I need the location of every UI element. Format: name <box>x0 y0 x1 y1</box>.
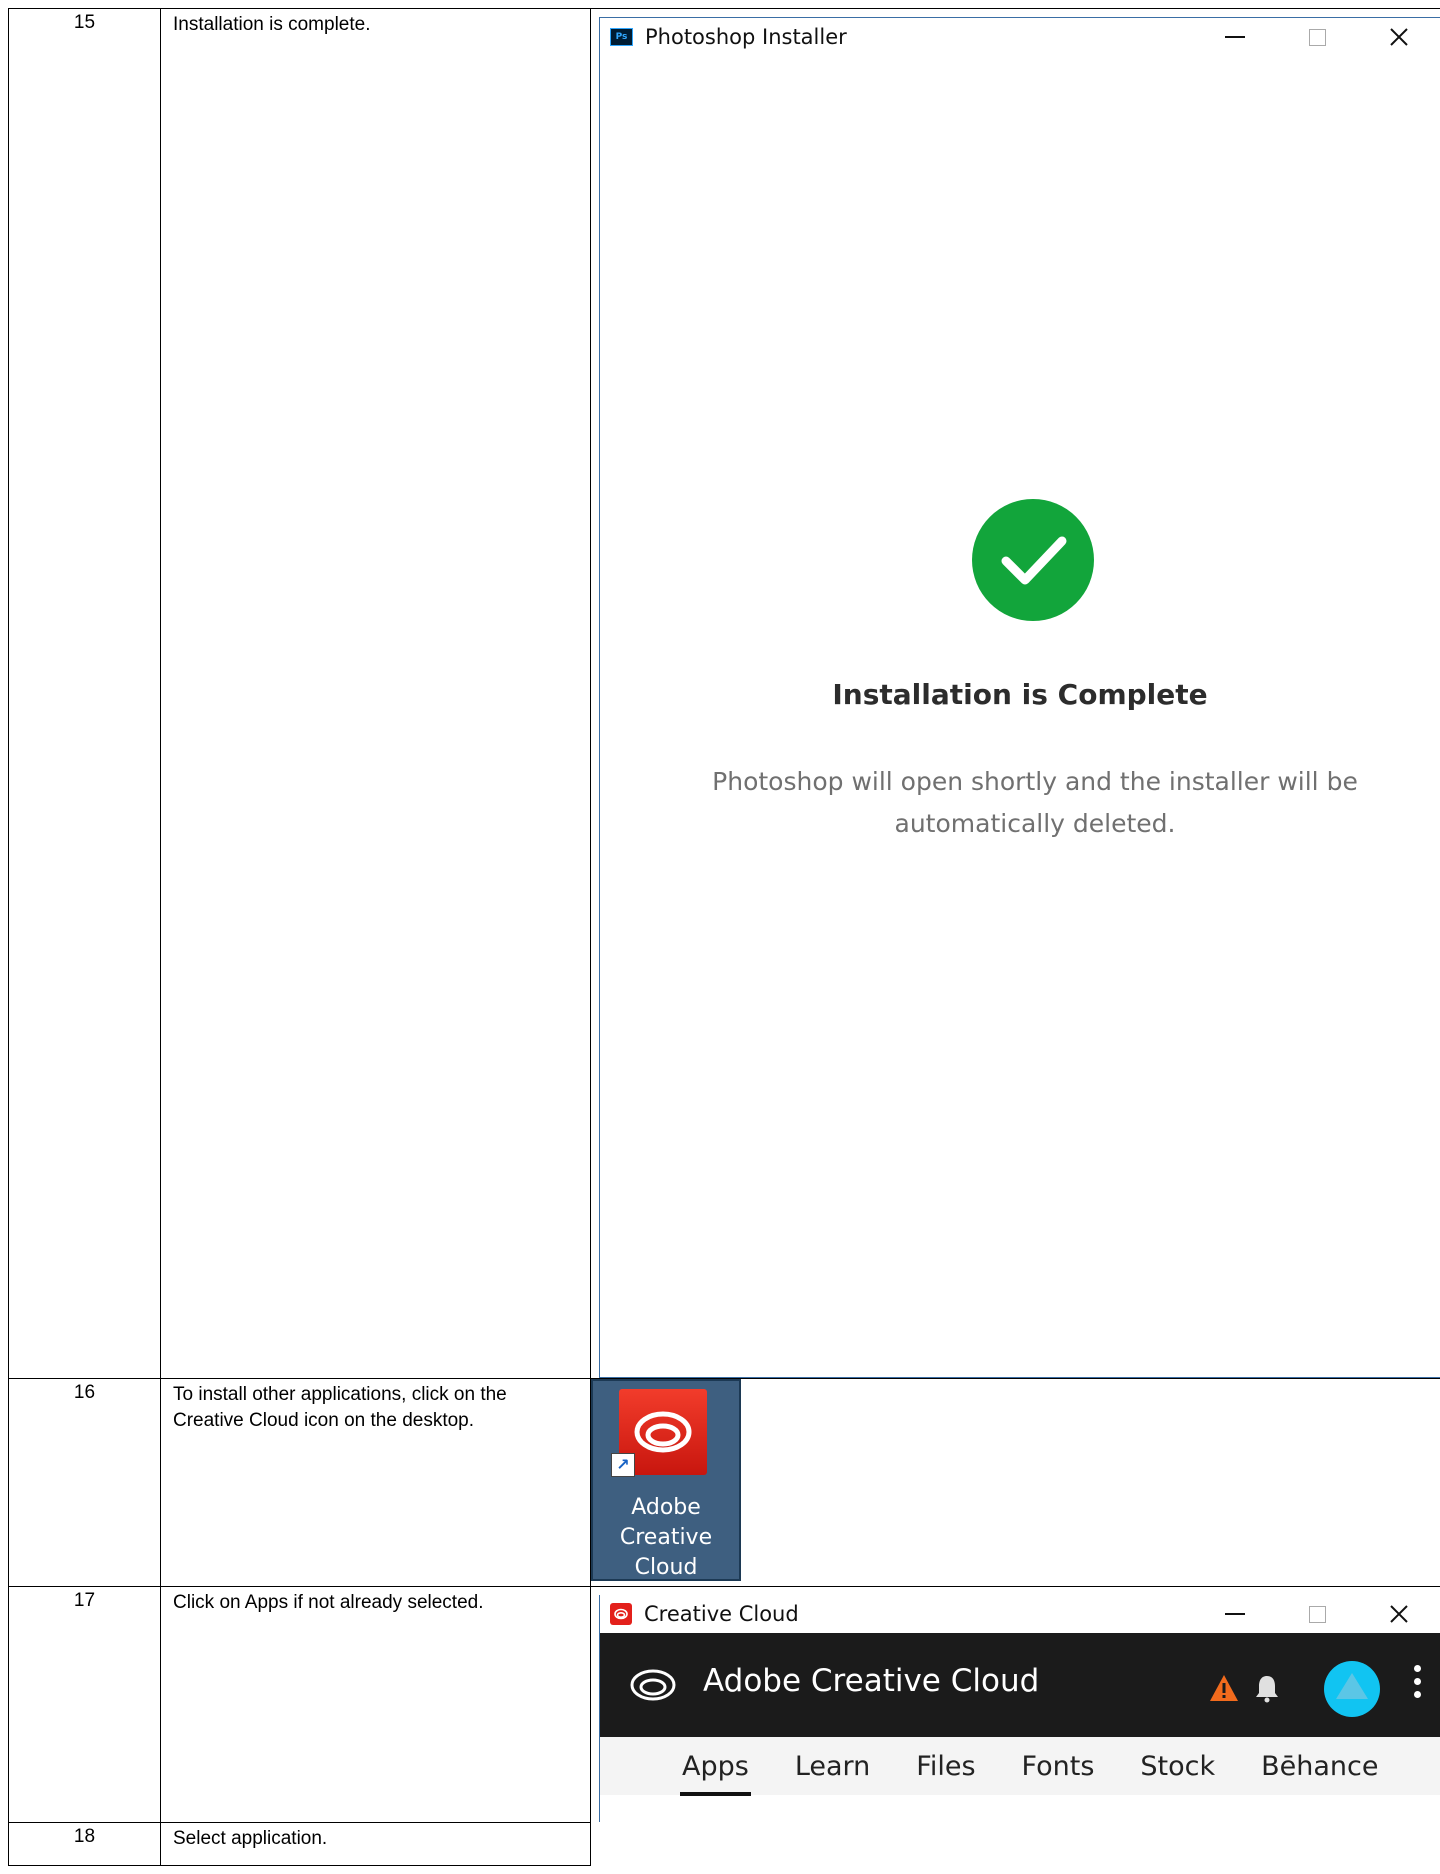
cc-tab-bar: Apps Learn Files Fonts Stock Bēhance <box>600 1737 1440 1796</box>
minimize-button[interactable] <box>1194 1595 1276 1633</box>
tab-learn[interactable]: Learn <box>795 1751 870 1782</box>
bell-icon[interactable] <box>1254 1673 1280 1703</box>
cc-titlebar: Creative Cloud <box>600 1595 1440 1633</box>
maximize-icon <box>1308 1605 1326 1623</box>
avatar[interactable] <box>1324 1661 1380 1717</box>
creative-cloud-small-icon <box>610 1603 632 1625</box>
desktop-shortcut[interactable]: ↗ Adobe Creative Cloud <box>591 1379 741 1581</box>
completion-heading: Installation is Complete <box>832 678 1208 711</box>
tab-files[interactable]: Files <box>916 1751 975 1782</box>
tab-behance[interactable]: Bēhance <box>1261 1751 1378 1782</box>
step-number: 16 <box>8 1378 160 1586</box>
maximize-button[interactable] <box>1276 1595 1358 1633</box>
step-row-15: 15 Installation is complete. Ps Photosho… <box>8 8 1440 1378</box>
step-number: 17 <box>8 1586 160 1822</box>
close-icon <box>1390 28 1408 46</box>
warning-icon[interactable] <box>1208 1673 1240 1703</box>
step-number: 15 <box>8 8 160 1378</box>
minimize-icon <box>1225 36 1245 38</box>
success-check-icon <box>972 499 1094 621</box>
shortcut-arrow-icon: ↗ <box>611 1453 635 1477</box>
minimize-button[interactable] <box>1194 18 1276 56</box>
window-controls <box>1194 1595 1440 1633</box>
step-description: Click on Apps if not already selected. <box>160 1586 591 1822</box>
installer-titlebar: Ps Photoshop Installer <box>600 18 1440 56</box>
cc-header: Adobe Creative Cloud <box>600 1633 1440 1737</box>
app-title: Adobe Creative Cloud <box>703 1663 1040 1699</box>
window-title: Creative Cloud <box>644 1602 799 1626</box>
tab-apps[interactable]: Apps <box>680 1751 751 1796</box>
photoshop-icon: Ps <box>610 28 633 46</box>
shortcut-label: Adobe Creative Cloud <box>619 1495 713 1580</box>
step-description: Select application. <box>160 1822 591 1866</box>
step-screenshot: Creative Cloud Adobe Creative Cloud Apps… <box>591 1586 1440 1822</box>
window-controls <box>1194 18 1440 56</box>
tab-fonts[interactable]: Fonts <box>1022 1751 1095 1782</box>
close-button[interactable] <box>1358 18 1440 56</box>
installer-window: Ps Photoshop Installer Installation is C… <box>599 17 1440 1378</box>
window-title: Photoshop Installer <box>645 25 847 49</box>
creative-cloud-logo-icon <box>630 1669 676 1701</box>
step-row-16: 16 To install other applications, click … <box>8 1378 1440 1586</box>
step-description: Installation is complete. <box>160 8 591 1378</box>
tab-stock[interactable]: Stock <box>1140 1751 1215 1782</box>
maximize-button[interactable] <box>1276 18 1358 56</box>
step-screenshot: Ps Photoshop Installer Installation is C… <box>591 8 1440 1378</box>
minimize-icon <box>1225 1613 1245 1615</box>
creative-cloud-window: Creative Cloud Adobe Creative Cloud Apps… <box>599 1595 1440 1822</box>
step-row-17: 17 Click on Apps if not already selected… <box>8 1586 1440 1822</box>
close-icon <box>1390 1605 1408 1623</box>
step-screenshot: ↗ Adobe Creative Cloud <box>591 1378 1440 1586</box>
completion-message: Photoshop will open shortly and the inst… <box>712 767 1358 838</box>
step-description: To install other applications, click on … <box>160 1378 591 1586</box>
close-button[interactable] <box>1358 1595 1440 1633</box>
step-row-18: 18 Select application. <box>8 1822 1440 1866</box>
step-number: 18 <box>8 1822 160 1866</box>
maximize-icon <box>1308 28 1326 46</box>
more-options-icon[interactable] <box>1414 1665 1422 1704</box>
